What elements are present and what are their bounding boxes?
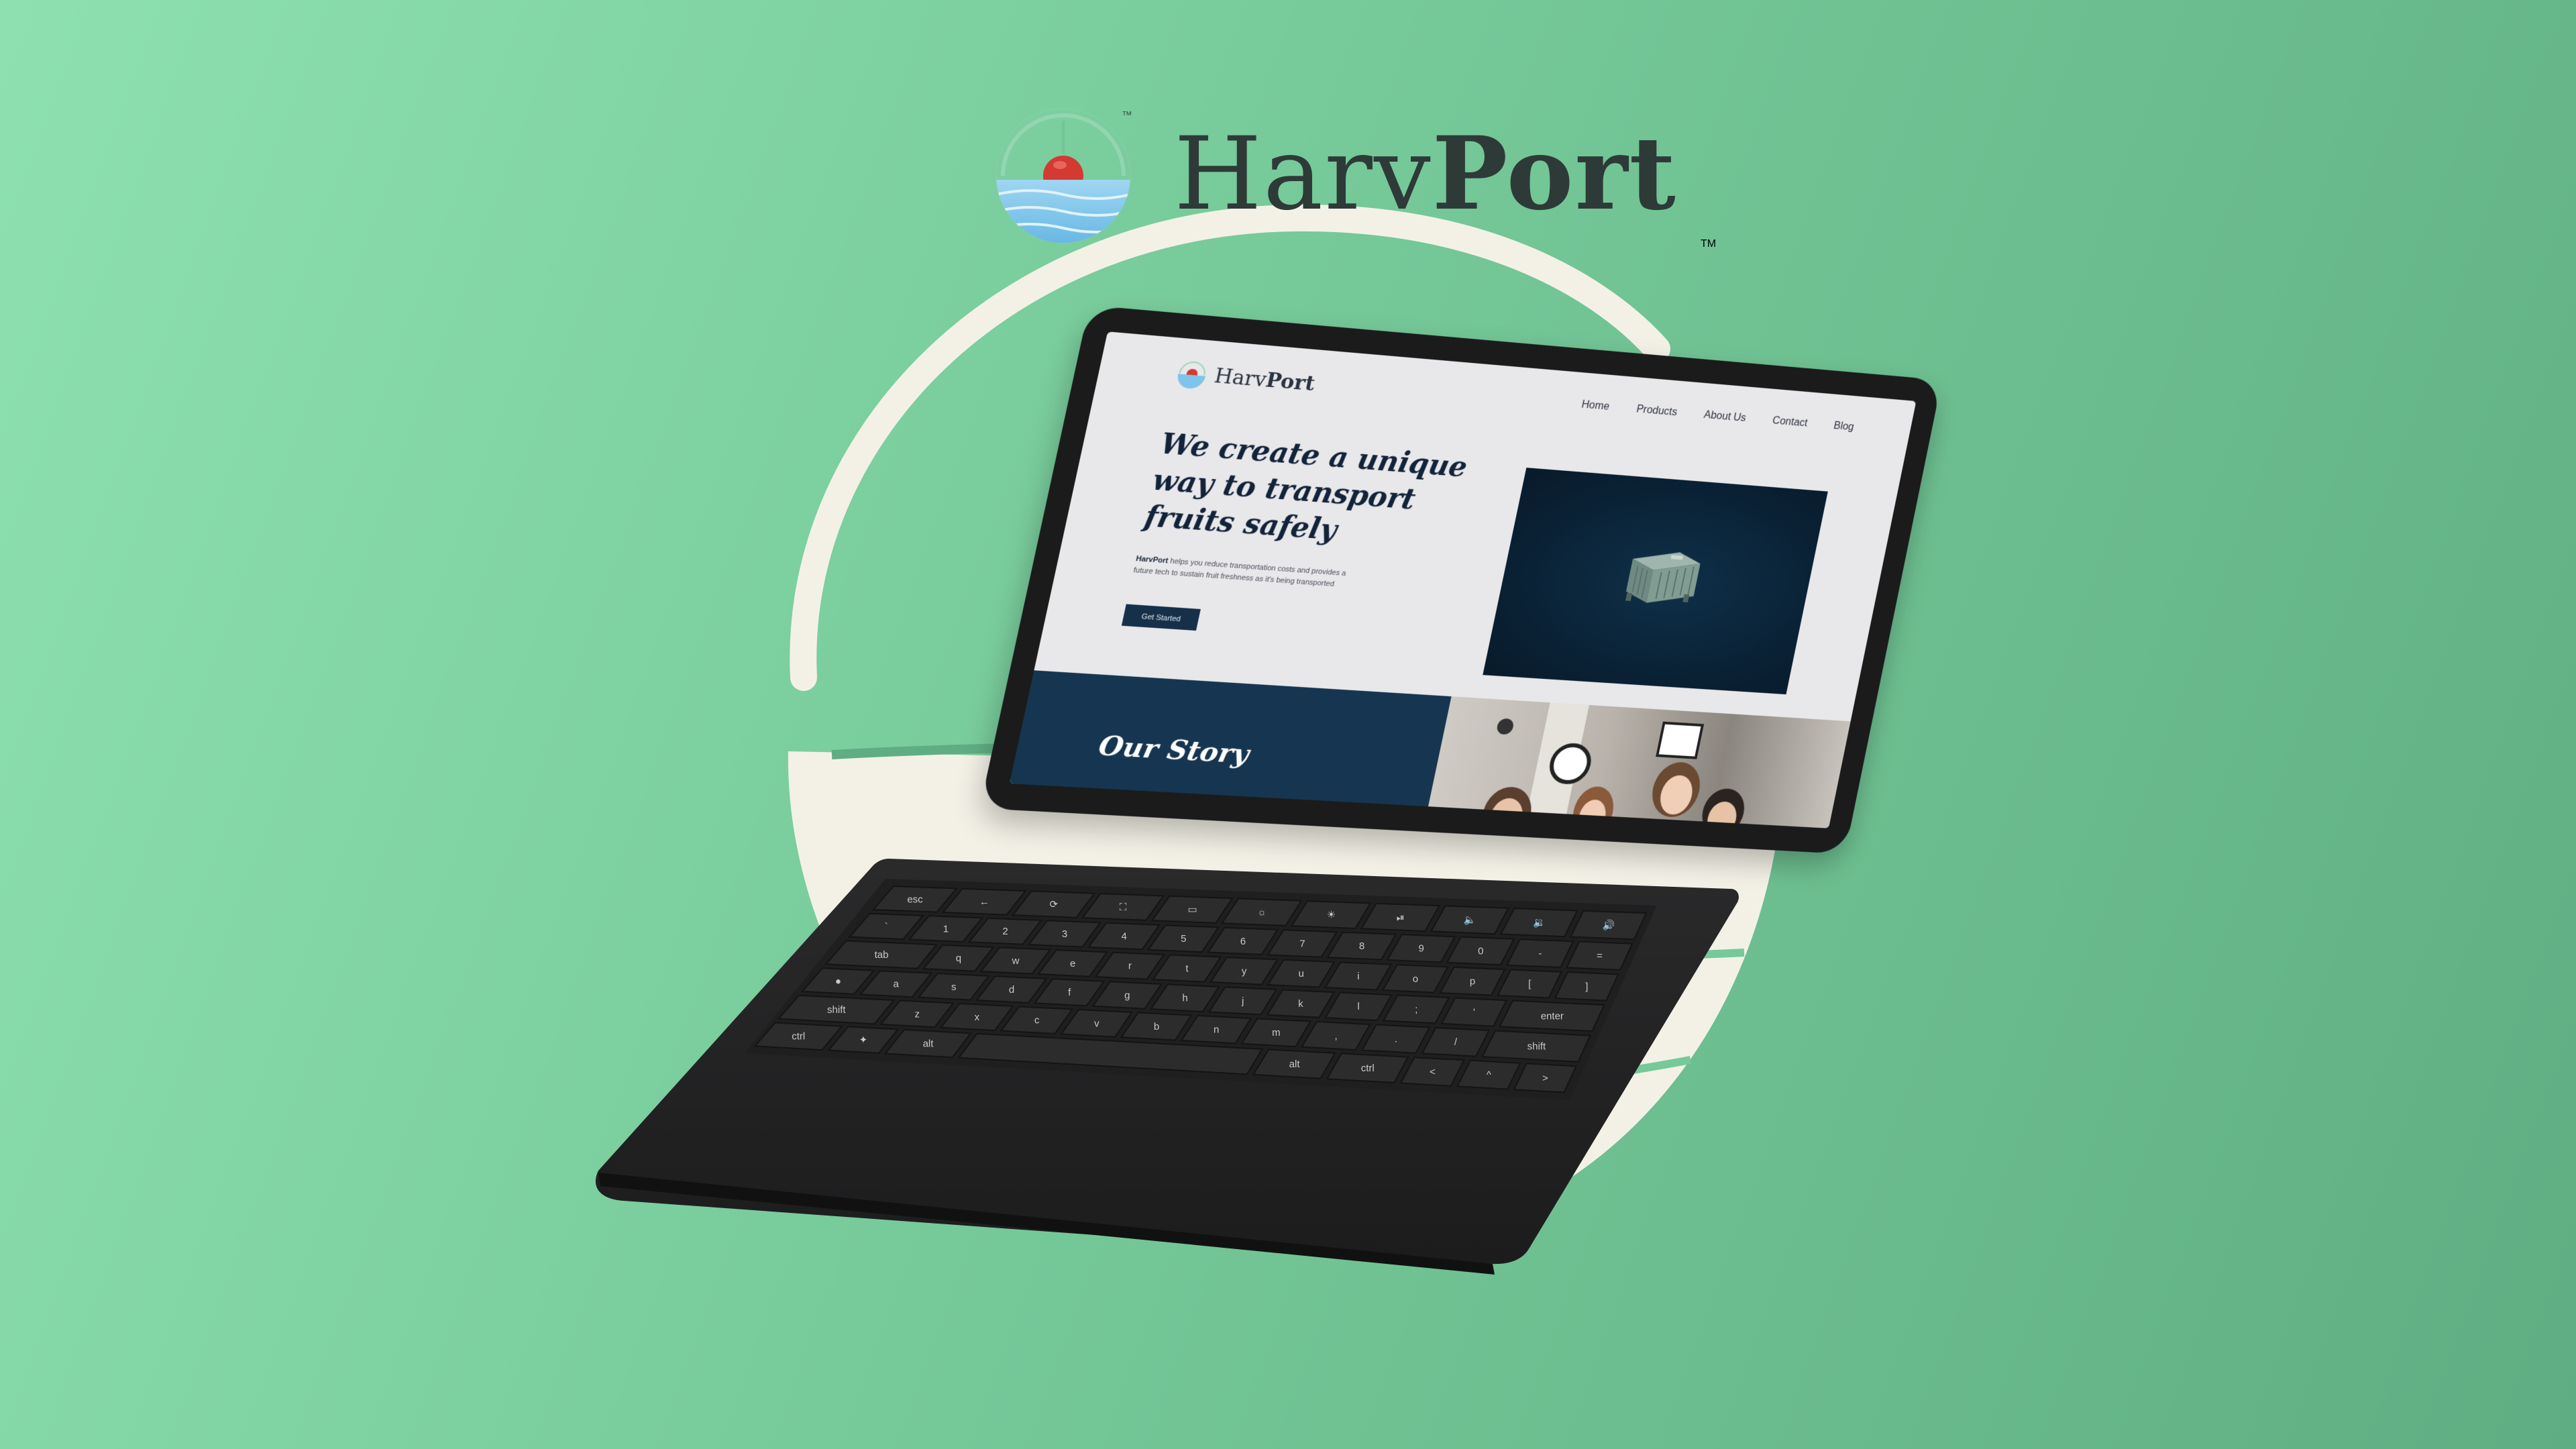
keyboard-key-label: 7	[1299, 938, 1305, 949]
keyboard-key-label: 🔉	[1533, 917, 1546, 928]
keyboard-key-label: a	[893, 979, 899, 990]
keyboard-key-label: 0	[1478, 945, 1483, 957]
nav-home[interactable]: Home	[1580, 399, 1611, 413]
keyboard-key-label: 🔊	[1603, 918, 1615, 931]
site-name-bold: Port	[1263, 368, 1318, 396]
keyboard-key-label: i	[1357, 971, 1359, 982]
keyboard-key-label: ←	[979, 896, 989, 908]
keyboard-key-label: k	[1298, 998, 1303, 1010]
keyboard-key-label: ✦	[859, 1034, 868, 1046]
keyboard-key-label: >	[1542, 1073, 1548, 1084]
keyboard-key-label: o	[1413, 973, 1418, 985]
keyboard-key-label: 8	[1359, 941, 1364, 952]
keyboard-key-label: e	[1070, 958, 1075, 969]
keyboard-key-label: 4	[1122, 930, 1127, 942]
keyboard-key-label: s	[951, 981, 957, 993]
keyboard-key-label: 1	[943, 923, 949, 934]
keyboard-key-label: 9	[1418, 943, 1424, 955]
keyboard-key-label: 3	[1062, 928, 1067, 940]
keyboard-key-label: p	[1470, 976, 1475, 987]
keyboard-key-label: 6	[1240, 936, 1246, 947]
nav-products[interactable]: Products	[1635, 404, 1678, 419]
keyboard-key-label: <	[1430, 1066, 1436, 1077]
keyboard-key-label: '	[1473, 1007, 1475, 1018]
keyboard-key-label: h	[1182, 993, 1187, 1004]
keyboard-key-label: ^	[1487, 1069, 1491, 1081]
keyboard-key-label: .	[1395, 1034, 1397, 1045]
site-name: HarvPort	[1212, 364, 1317, 395]
team-photo	[1423, 696, 1851, 828]
keyboard-key-label: j	[1241, 996, 1244, 1007]
keyboard-key-label: ☼	[1257, 907, 1267, 918]
keyboard-key-label: v	[1094, 1018, 1099, 1029]
site-logo[interactable]: HarvPort	[1173, 357, 1318, 399]
site-logo-icon	[1175, 357, 1212, 390]
team-people-icon	[1477, 702, 1749, 828]
hero-product-image	[1483, 468, 1828, 695]
keyboard-key-label: enter	[1541, 1010, 1564, 1022]
get-started-button[interactable]: Get Started	[1121, 604, 1201, 631]
nav-contact[interactable]: Contact	[1771, 415, 1809, 430]
keyboard-key-label: ⛶	[1120, 902, 1127, 913]
keyboard-key-label: shift	[1527, 1041, 1546, 1053]
keyboard-key-label: =	[1597, 951, 1603, 962]
screen-display: HarvPort Home Products About Us Contact …	[1009, 331, 1917, 828]
site-nav-links: Home Products About Us Contact Blog	[1580, 399, 1855, 433]
keyboard-key-label: ctrl	[1361, 1063, 1375, 1074]
keyboard-key-label: alt	[1289, 1059, 1301, 1070]
keyboard-key-label: b	[1154, 1021, 1159, 1032]
keyboard-key-label: ▭	[1187, 904, 1197, 916]
site-name-regular: Harv	[1212, 364, 1269, 392]
keyboard-key-label: z	[914, 1008, 920, 1020]
keyboard-key-label: -	[1538, 948, 1542, 959]
keyboard-key-label: 5	[1181, 933, 1186, 945]
keyboard-key-label: 2	[1002, 926, 1008, 937]
keyboard-key-label: ☀	[1327, 909, 1336, 920]
keyboard-key-label: shift	[827, 1004, 846, 1016]
hero-subtitle: HarvPort helps you reduce transportation…	[1132, 553, 1362, 592]
fruit-crate-icon	[1623, 549, 1703, 606]
laptop-screen: HarvPort Home Products About Us Contact …	[979, 305, 1942, 855]
keyboard-key-label: n	[1214, 1024, 1219, 1036]
nav-blog[interactable]: Blog	[1833, 420, 1855, 433]
keyboard-key-label: ⟳	[1050, 899, 1059, 910]
hero-title: We create a unique way to transport frui…	[1141, 427, 1470, 547]
keyboard-key-label: y	[1242, 965, 1247, 977]
keyboard-key-label: esc	[907, 894, 923, 905]
keyboard-key-label: d	[1009, 984, 1014, 996]
keyboard-key-label: q	[956, 953, 961, 964]
keyboard-key-label: c	[1034, 1015, 1040, 1026]
keyboard-key-label: ●	[835, 975, 841, 987]
keyboard-key-label: ⏯	[1397, 912, 1405, 923]
keyboard-key-label: `	[885, 921, 888, 932]
keyboard-key-label: ctrl	[792, 1031, 805, 1042]
keyboard-key-label: m	[1272, 1027, 1281, 1038]
keyboard-key-label: ]	[1585, 981, 1588, 992]
laptop-mockup: esc ← ⟳ ⛶ ▭ ☼ ☀ ⏯ 🔈 🔉 🔊 ` 1 2 3 4 5 6 7 8 9 0- = tab q w e r t y u i o p[…	[0, 0, 2576, 1449]
keyboard-key-label: l	[1357, 1001, 1359, 1012]
keyboard-key-label: ,	[1335, 1030, 1338, 1042]
keyboard-key-label: g	[1124, 989, 1130, 1001]
keyboard-key-label: x	[975, 1012, 980, 1023]
story-title: Our Story	[1095, 729, 1252, 770]
keyboard-key-label: u	[1299, 968, 1304, 979]
keyboard-key-label: tab	[875, 949, 889, 961]
keyboard-key-label: alt	[923, 1038, 934, 1049]
keyboard-key-label: ;	[1415, 1004, 1417, 1015]
keyboard-key-label: w	[1012, 955, 1020, 967]
nav-about-us[interactable]: About Us	[1703, 409, 1747, 425]
keyboard-key-label: r	[1128, 961, 1132, 972]
hero-sub-brand: HarvPort	[1135, 554, 1169, 566]
keyboard-key-label: 🔈	[1464, 914, 1477, 926]
